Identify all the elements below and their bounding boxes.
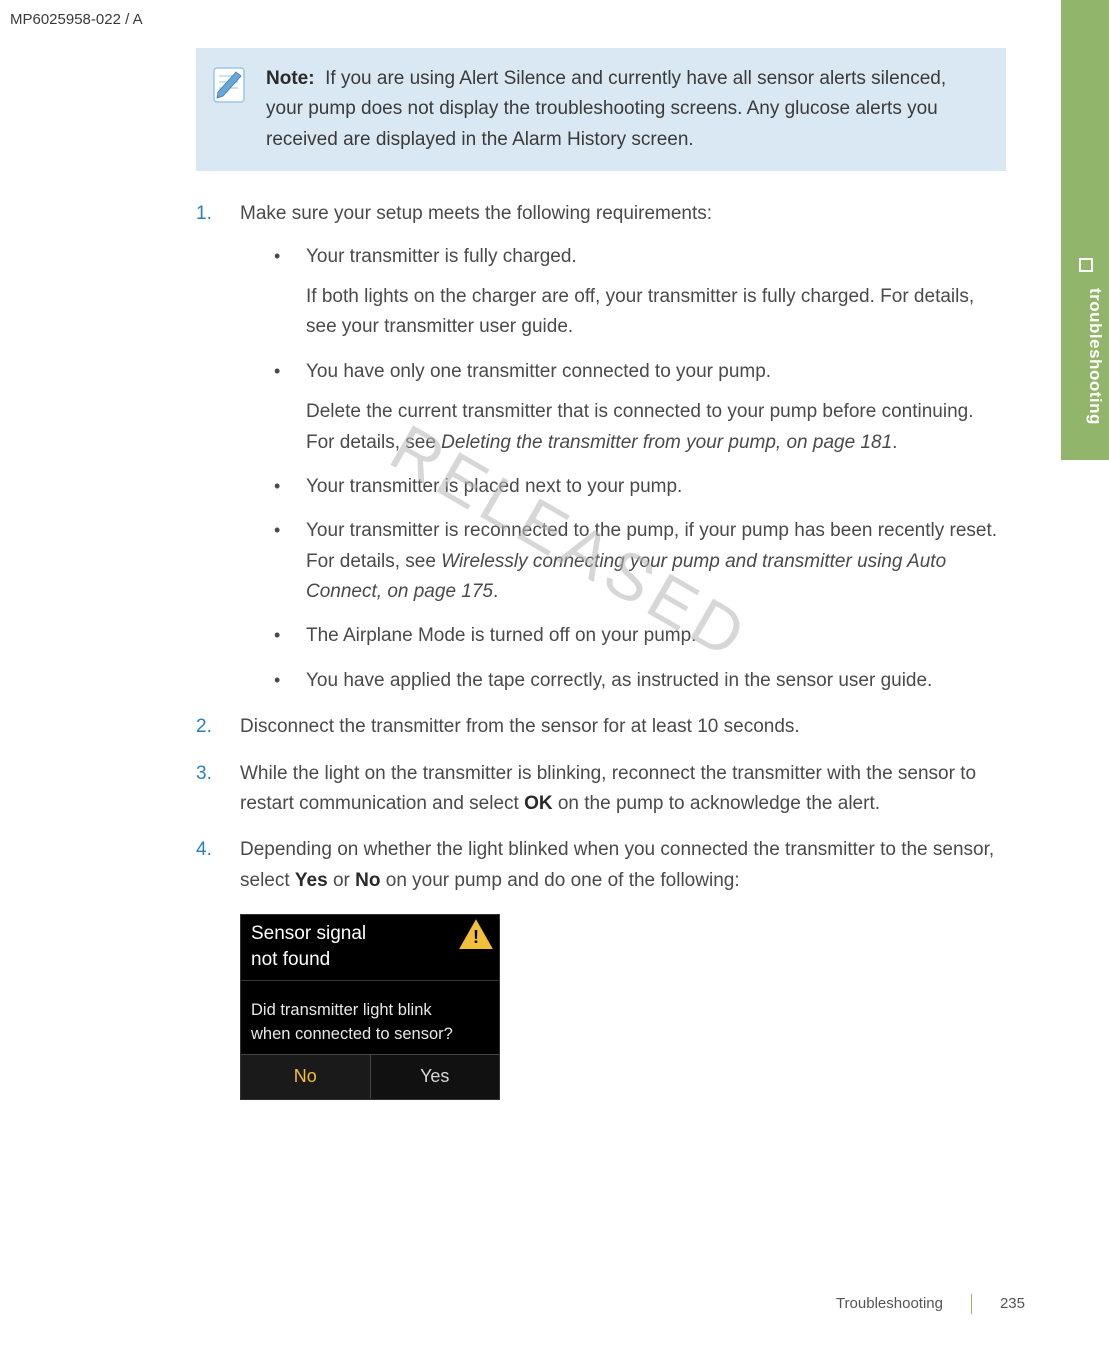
pump-body-line1: Did transmitter light blink xyxy=(251,999,489,1022)
detail-post: . xyxy=(892,432,897,453)
step-2-text: Disconnect the transmitter from the sens… xyxy=(240,716,800,737)
side-tab: troubleshooting xyxy=(1061,0,1109,1350)
page-content: Note: If you are using Alert Silence and… xyxy=(196,48,1006,1100)
step-2: Disconnect the transmitter from the sens… xyxy=(196,712,1006,742)
note-label: Note: xyxy=(266,68,315,89)
bullet-tape-text: You have applied the tape correctly, as … xyxy=(306,670,932,691)
step-4-mid: or xyxy=(328,870,355,891)
step-1: Make sure your setup meets the following… xyxy=(196,199,1006,696)
page-footer: Troubleshooting 235 xyxy=(836,1292,1025,1316)
step-1-intro: Make sure your setup meets the following… xyxy=(240,203,712,224)
ok-label: OK xyxy=(524,793,553,814)
yes-label: Yes xyxy=(295,870,328,891)
pump-body: Did transmitter light blink when connect… xyxy=(241,981,499,1053)
pump-title-line1: Sensor signal xyxy=(251,921,489,947)
xref-deleting-transmitter: Deleting the transmitter from your pump,… xyxy=(441,432,892,453)
bullet-charged-detail: If both lights on the charger are off, y… xyxy=(306,282,1006,343)
bullet-placed-next: Your transmitter is placed next to your … xyxy=(274,472,1006,502)
footer-divider xyxy=(971,1294,972,1314)
bullet-reconnected: Your transmitter is reconnected to the p… xyxy=(274,516,1006,607)
footer-page-number: 235 xyxy=(1000,1292,1025,1316)
side-tab-label: troubleshooting xyxy=(1061,288,1109,425)
pump-body-line2: when connected to sensor? xyxy=(251,1023,489,1046)
pump-no-button[interactable]: No xyxy=(241,1055,370,1100)
bullet-placed-next-text: Your transmitter is placed next to your … xyxy=(306,476,682,497)
bullet-charged-text: Your transmitter is fully charged. xyxy=(306,246,577,267)
bullet-tape: You have applied the tape correctly, as … xyxy=(274,666,1006,696)
pump-title-line2: not found xyxy=(251,947,489,973)
note-callout: Note: If you are using Alert Silence and… xyxy=(196,48,1006,171)
step-4: Depending on whether the light blinked w… xyxy=(196,835,1006,896)
pump-header: Sensor signal not found xyxy=(241,915,499,981)
bullet-one-transmitter-detail: Delete the current transmitter that is c… xyxy=(306,397,1006,458)
bullet-one-transmitter-text: You have only one transmitter connected … xyxy=(306,361,771,382)
note-text: Note: If you are using Alert Silence and… xyxy=(266,64,984,155)
step-3: While the light on the transmitter is bl… xyxy=(196,759,1006,820)
side-tab-marker-icon xyxy=(1079,258,1093,272)
document-id: MP6025958-022 / A xyxy=(10,8,143,32)
note-icon xyxy=(206,62,252,108)
note-body: If you are using Alert Silence and curre… xyxy=(266,68,946,150)
step-4-post: on your pump and do one of the following… xyxy=(380,870,739,891)
step-1-bullets: Your transmitter is fully charged. If bo… xyxy=(240,242,1006,697)
ordered-steps: Make sure your setup meets the following… xyxy=(196,199,1006,896)
footer-section: Troubleshooting xyxy=(836,1292,943,1316)
bullet-charged: Your transmitter is fully charged. If bo… xyxy=(274,242,1006,343)
bullet-reconnected-post: . xyxy=(493,581,498,602)
pump-yes-button[interactable]: Yes xyxy=(370,1055,500,1100)
bullet-airplane-mode-text: The Airplane Mode is turned off on your … xyxy=(306,625,696,646)
bullet-one-transmitter: You have only one transmitter connected … xyxy=(274,357,1006,458)
pump-screenshot: Sensor signal not found Did transmitter … xyxy=(240,914,500,1100)
pump-button-row: No Yes xyxy=(241,1054,499,1100)
no-label: No xyxy=(355,870,380,891)
step-3-post: on the pump to acknowledge the alert. xyxy=(553,793,880,814)
bullet-airplane-mode: The Airplane Mode is turned off on your … xyxy=(274,621,1006,651)
